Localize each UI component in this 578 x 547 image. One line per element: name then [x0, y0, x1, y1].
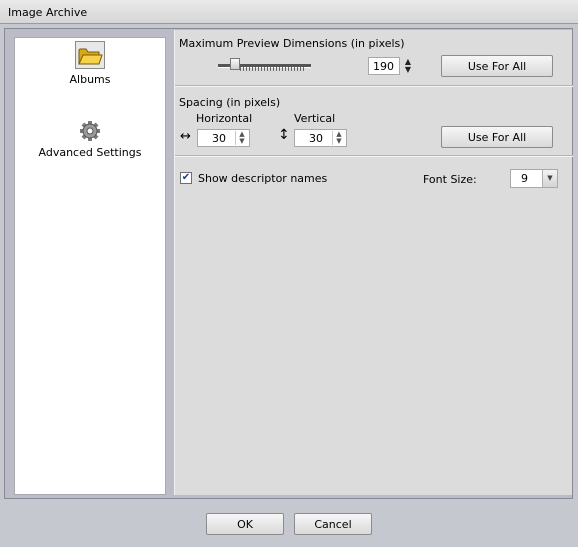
preview-size-field[interactable]: 190 [368, 57, 400, 75]
vertical-arrows-icon: ↕ [278, 127, 290, 143]
window-title: Image Archive [8, 6, 88, 19]
chevron-down-icon[interactable]: ▼ [542, 170, 557, 187]
horizontal-label: Horizontal [196, 112, 253, 125]
sidebar-item-label: Advanced Settings [38, 146, 142, 159]
preview-size-value: 190 [373, 60, 394, 73]
gear-icon [80, 121, 100, 141]
folder-icon [75, 41, 105, 69]
vertical-label: Vertical [294, 112, 336, 125]
preview-use-for-all-button[interactable]: Use For All [441, 55, 553, 77]
font-size-value: 9 [521, 172, 528, 185]
preview-size-slider-thumb[interactable] [230, 58, 240, 70]
sidebar-item-advanced-settings[interactable]: Advanced Settings [15, 120, 165, 159]
show-descriptor-names-label: Show descriptor names [198, 172, 328, 185]
font-size-label: Font Size: [423, 173, 477, 186]
cancel-button[interactable]: Cancel [294, 513, 372, 535]
horizontal-spacing-field[interactable]: 30 ▲ ▼ [197, 129, 250, 147]
sidebar: Albums Advanced Settings [14, 37, 166, 495]
preview-size-updown[interactable]: ▲ ▼ [402, 58, 414, 74]
show-descriptor-names-checkbox[interactable]: ✔ [180, 172, 192, 184]
ok-button[interactable]: OK [206, 513, 284, 535]
horizontal-spacing-stepper[interactable]: ▲ ▼ [235, 131, 248, 145]
section-divider [175, 155, 573, 157]
font-size-select[interactable]: 9 ▼ [510, 169, 558, 188]
sidebar-item-albums[interactable]: Albums [15, 41, 165, 86]
section-divider [175, 85, 573, 87]
slider-ticks [240, 67, 306, 71]
sidebar-item-label: Albums [69, 73, 111, 86]
vertical-spacing-field[interactable]: 30 ▲ ▼ [294, 129, 347, 147]
title-bar: Image Archive [0, 0, 578, 24]
horizontal-spacing-value: 30 [212, 132, 226, 145]
vertical-spacing-value: 30 [309, 132, 323, 145]
preview-dimensions-heading: Maximum Preview Dimensions (in pixels) [179, 37, 405, 50]
vertical-spacing-stepper[interactable]: ▲ ▼ [332, 131, 345, 145]
horizontal-arrows-icon: ↔ [180, 129, 191, 144]
spacing-heading: Spacing (in pixels) [179, 96, 281, 109]
spacing-use-for-all-button[interactable]: Use For All [441, 126, 553, 148]
